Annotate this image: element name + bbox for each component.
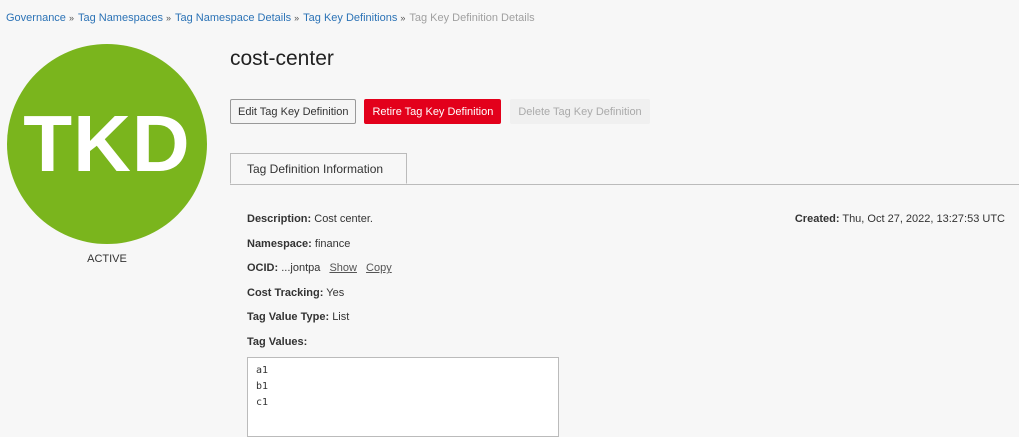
breadcrumb-tag-namespaces[interactable]: Tag Namespaces: [78, 12, 163, 24]
namespace-label: Namespace:: [247, 237, 312, 250]
cost-tracking-row: Cost Tracking: Yes: [247, 287, 392, 312]
breadcrumb-separator-icon: »: [400, 13, 406, 23]
description-label: Description:: [247, 213, 312, 225]
breadcrumb-separator-icon: »: [165, 13, 171, 23]
status-label: ACTIVE: [87, 253, 127, 265]
tag-value-item: b1: [256, 381, 269, 392]
tag-value-type-row: Tag Value Type: List: [247, 311, 392, 336]
avatar-initials: TKD: [23, 99, 191, 188]
ocid-label: OCID:: [247, 262, 279, 275]
breadcrumb-tag-key-definitions[interactable]: Tag Key Definitions: [303, 12, 397, 24]
tag-values-label: Tag Values:: [247, 335, 308, 348]
action-bar: Edit Tag Key Definition Retire Tag Key D…: [230, 99, 650, 124]
tab-tag-definition-information[interactable]: Tag Definition Information: [230, 153, 407, 184]
breadcrumb-tag-namespace-details[interactable]: Tag Namespace Details: [175, 12, 291, 24]
breadcrumb: Governance» Tag Namespaces» Tag Namespace …: [6, 12, 535, 24]
namespace-row: Namespace: finance: [247, 238, 392, 263]
description-value: Cost center.: [314, 213, 373, 225]
edit-tag-key-definition-button[interactable]: Edit Tag Key Definition: [230, 99, 357, 124]
ocid-copy-link[interactable]: Copy: [366, 262, 392, 274]
cost-tracking-value: Yes: [326, 286, 345, 299]
created-field: Created: Thu, Oct 27, 2022, 13:27:53 UTC: [795, 213, 1005, 225]
tag-value-item: c1: [256, 397, 269, 408]
retire-tag-key-definition-button[interactable]: Retire Tag Key Definition: [364, 99, 502, 124]
breadcrumb-separator-icon: »: [68, 13, 74, 23]
breadcrumb-current: Tag Key Definition Details: [409, 12, 535, 24]
cost-tracking-label: Cost Tracking:: [247, 286, 324, 299]
breadcrumb-governance[interactable]: Governance: [6, 12, 66, 24]
created-value: Thu, Oct 27, 2022, 13:27:53 UTC: [842, 213, 1005, 225]
delete-tag-key-definition-button: Delete Tag Key Definition: [510, 99, 650, 124]
resource-avatar: TKD: [7, 44, 207, 244]
tag-values-list[interactable]: a1 b1 c1: [247, 357, 559, 437]
namespace-value: finance: [314, 237, 351, 250]
description-row: Description: Cost center.: [247, 213, 392, 238]
tag-value-type-value: List: [332, 311, 350, 324]
ocid-row: OCID: ...jontpa Show Copy: [247, 262, 392, 287]
tab-strip-divider: [230, 184, 1019, 185]
tag-value-type-label: Tag Value Type:: [247, 311, 330, 324]
ocid-value: ...jontpa: [281, 262, 321, 275]
tab-label: Tag Definition Information: [247, 161, 384, 176]
page-title: cost-center: [230, 47, 334, 70]
details-panel: Description: Cost center. Namespace: fin…: [247, 213, 392, 361]
ocid-show-link[interactable]: Show: [329, 262, 357, 274]
breadcrumb-separator-icon: »: [294, 13, 300, 23]
tag-value-item: a1: [256, 365, 269, 376]
created-label: Created:: [794, 213, 840, 225]
